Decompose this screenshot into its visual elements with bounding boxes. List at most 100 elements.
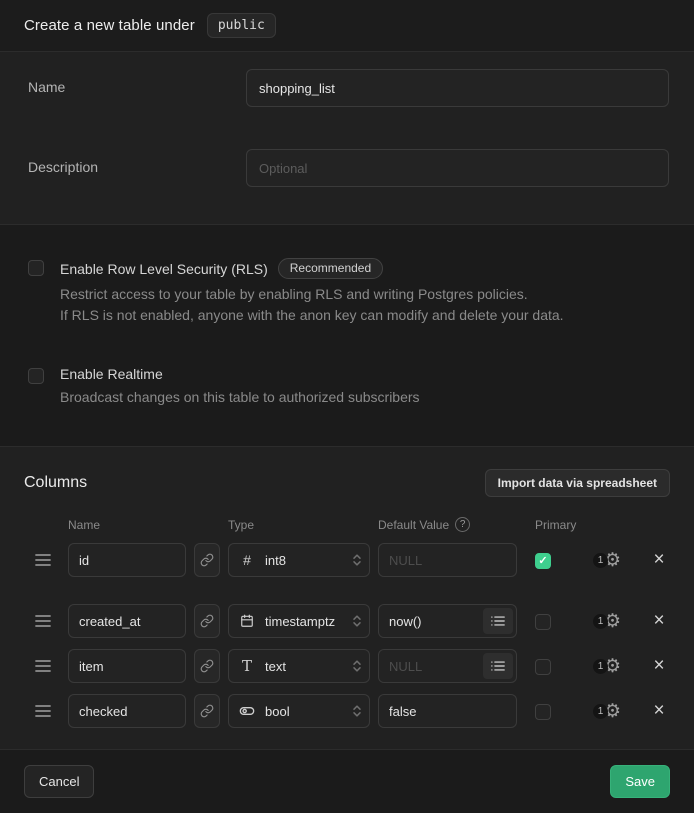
column-settings-button[interactable]: 1 ⚙	[593, 657, 637, 676]
column-type-value: timestamptz	[265, 614, 343, 629]
primary-checkbox[interactable]	[535, 614, 551, 630]
column-name-input[interactable]	[68, 694, 186, 728]
remove-column-button[interactable]: ×	[645, 694, 673, 728]
cancel-button[interactable]: Cancel	[24, 765, 94, 798]
col-header-primary: Primary	[525, 518, 585, 532]
column-type-select[interactable]: bool	[228, 694, 370, 728]
chevron-up-down-icon	[352, 704, 362, 718]
default-value-input[interactable]	[378, 543, 517, 577]
settings-count-badge: 1	[593, 704, 608, 719]
save-button[interactable]: Save	[610, 765, 670, 798]
primary-checkbox[interactable]	[535, 704, 551, 720]
import-spreadsheet-button[interactable]: Import data via spreadsheet	[485, 469, 670, 497]
schema-badge: public	[207, 13, 276, 38]
description-field-row: Description	[28, 149, 669, 187]
default-value-input[interactable]	[378, 694, 517, 728]
default-suggestions-button[interactable]	[483, 608, 513, 634]
hash-icon: #	[238, 552, 256, 568]
column-row-id: # int8 ✓ 1 ⚙ ×	[24, 543, 670, 577]
foreign-key-link-button[interactable]	[194, 694, 220, 728]
check-icon: ✓	[538, 556, 547, 567]
column-type-value: bool	[265, 704, 343, 719]
dialog-title: Create a new table under	[24, 17, 195, 34]
name-field-row: Name	[28, 69, 669, 107]
column-type-value: text	[265, 659, 343, 674]
description-field-label: Description	[28, 149, 246, 187]
col-header-type: Type	[228, 518, 370, 532]
foreign-key-link-button[interactable]	[194, 604, 220, 638]
rls-description-line1: Restrict access to your table by enablin…	[60, 284, 564, 305]
dialog-header: Create a new table under public	[0, 0, 694, 52]
columns-header-row: Name Type Default Value ? Primary	[24, 517, 670, 532]
general-fields-section: Name Description	[0, 52, 694, 224]
remove-column-button[interactable]: ×	[645, 604, 673, 638]
column-name-input[interactable]	[68, 604, 186, 638]
settings-count-badge: 1	[593, 614, 608, 629]
column-row-checked: bool 1 ⚙ ×	[24, 694, 670, 728]
rls-checkbox[interactable]	[28, 260, 44, 276]
column-row-item: T text 1 ⚙ ×	[24, 649, 670, 683]
chevron-up-down-icon	[352, 553, 362, 567]
drag-handle-icon[interactable]	[28, 604, 58, 638]
settings-count-badge: 1	[593, 659, 608, 674]
column-type-select[interactable]: # int8	[228, 543, 370, 577]
close-icon: ×	[653, 610, 664, 632]
realtime-toggle-group: Enable Realtime Broadcast changes on thi…	[28, 366, 666, 408]
foreign-key-link-button[interactable]	[194, 543, 220, 577]
rls-texts: Enable Row Level Security (RLS) Recommen…	[60, 258, 564, 326]
options-section: Enable Row Level Security (RLS) Recommen…	[0, 224, 694, 447]
list-icon	[491, 660, 505, 672]
close-icon: ×	[653, 549, 664, 571]
column-type-select[interactable]: timestamptz	[228, 604, 370, 638]
foreign-key-link-button[interactable]	[194, 649, 220, 683]
remove-column-button[interactable]: ×	[645, 543, 673, 577]
col-header-name: Name	[68, 518, 186, 532]
rls-toggle-group: Enable Row Level Security (RLS) Recommen…	[28, 258, 666, 326]
primary-checkbox[interactable]	[535, 659, 551, 675]
primary-cell	[525, 612, 585, 630]
name-field-label: Name	[28, 69, 246, 107]
rls-description-line2: If RLS is not enabled, anyone with the a…	[60, 305, 564, 326]
primary-cell	[525, 702, 585, 720]
default-value-cell	[378, 604, 517, 638]
recommended-badge: Recommended	[278, 258, 383, 279]
default-suggestions-button[interactable]	[483, 653, 513, 679]
column-settings-button[interactable]: 1 ⚙	[593, 551, 637, 570]
columns-section: Columns Import data via spreadsheet Name…	[0, 447, 694, 749]
default-value-cell	[378, 694, 517, 728]
text-icon: T	[238, 657, 256, 675]
drag-handle-icon[interactable]	[28, 649, 58, 683]
column-row-created-at: timestamptz 1 ⚙ ×	[24, 604, 670, 638]
close-icon: ×	[653, 700, 664, 722]
link-icon	[200, 659, 214, 673]
column-name-input[interactable]	[68, 543, 186, 577]
realtime-texts: Enable Realtime Broadcast changes on thi…	[60, 366, 420, 408]
realtime-checkbox[interactable]	[28, 368, 44, 384]
create-table-dialog: Create a new table under public Name Des…	[0, 0, 694, 813]
link-icon	[200, 704, 214, 718]
column-type-select[interactable]: T text	[228, 649, 370, 683]
column-settings-button[interactable]: 1 ⚙	[593, 612, 637, 631]
column-type-value: int8	[265, 553, 343, 568]
drag-handle-icon[interactable]	[28, 543, 58, 577]
link-icon	[200, 614, 214, 628]
primary-cell	[525, 657, 585, 675]
realtime-description: Broadcast changes on this table to autho…	[60, 387, 420, 408]
table-name-input[interactable]	[246, 69, 669, 107]
primary-checkbox[interactable]: ✓	[535, 553, 551, 569]
dialog-footer: Cancel Save	[0, 749, 694, 813]
settings-count-badge: 1	[593, 553, 608, 568]
calendar-icon	[238, 614, 256, 628]
table-description-input[interactable]	[246, 149, 669, 187]
toggle-icon	[238, 703, 256, 719]
default-value-cell	[378, 543, 517, 577]
primary-cell: ✓	[525, 551, 585, 569]
column-settings-button[interactable]: 1 ⚙	[593, 702, 637, 721]
help-icon[interactable]: ?	[455, 517, 470, 532]
drag-handle-icon[interactable]	[28, 694, 58, 728]
col-header-default: Default Value	[378, 518, 449, 532]
remove-column-button[interactable]: ×	[645, 649, 673, 683]
column-name-input[interactable]	[68, 649, 186, 683]
realtime-label: Enable Realtime	[60, 366, 163, 382]
default-value-cell	[378, 649, 517, 683]
